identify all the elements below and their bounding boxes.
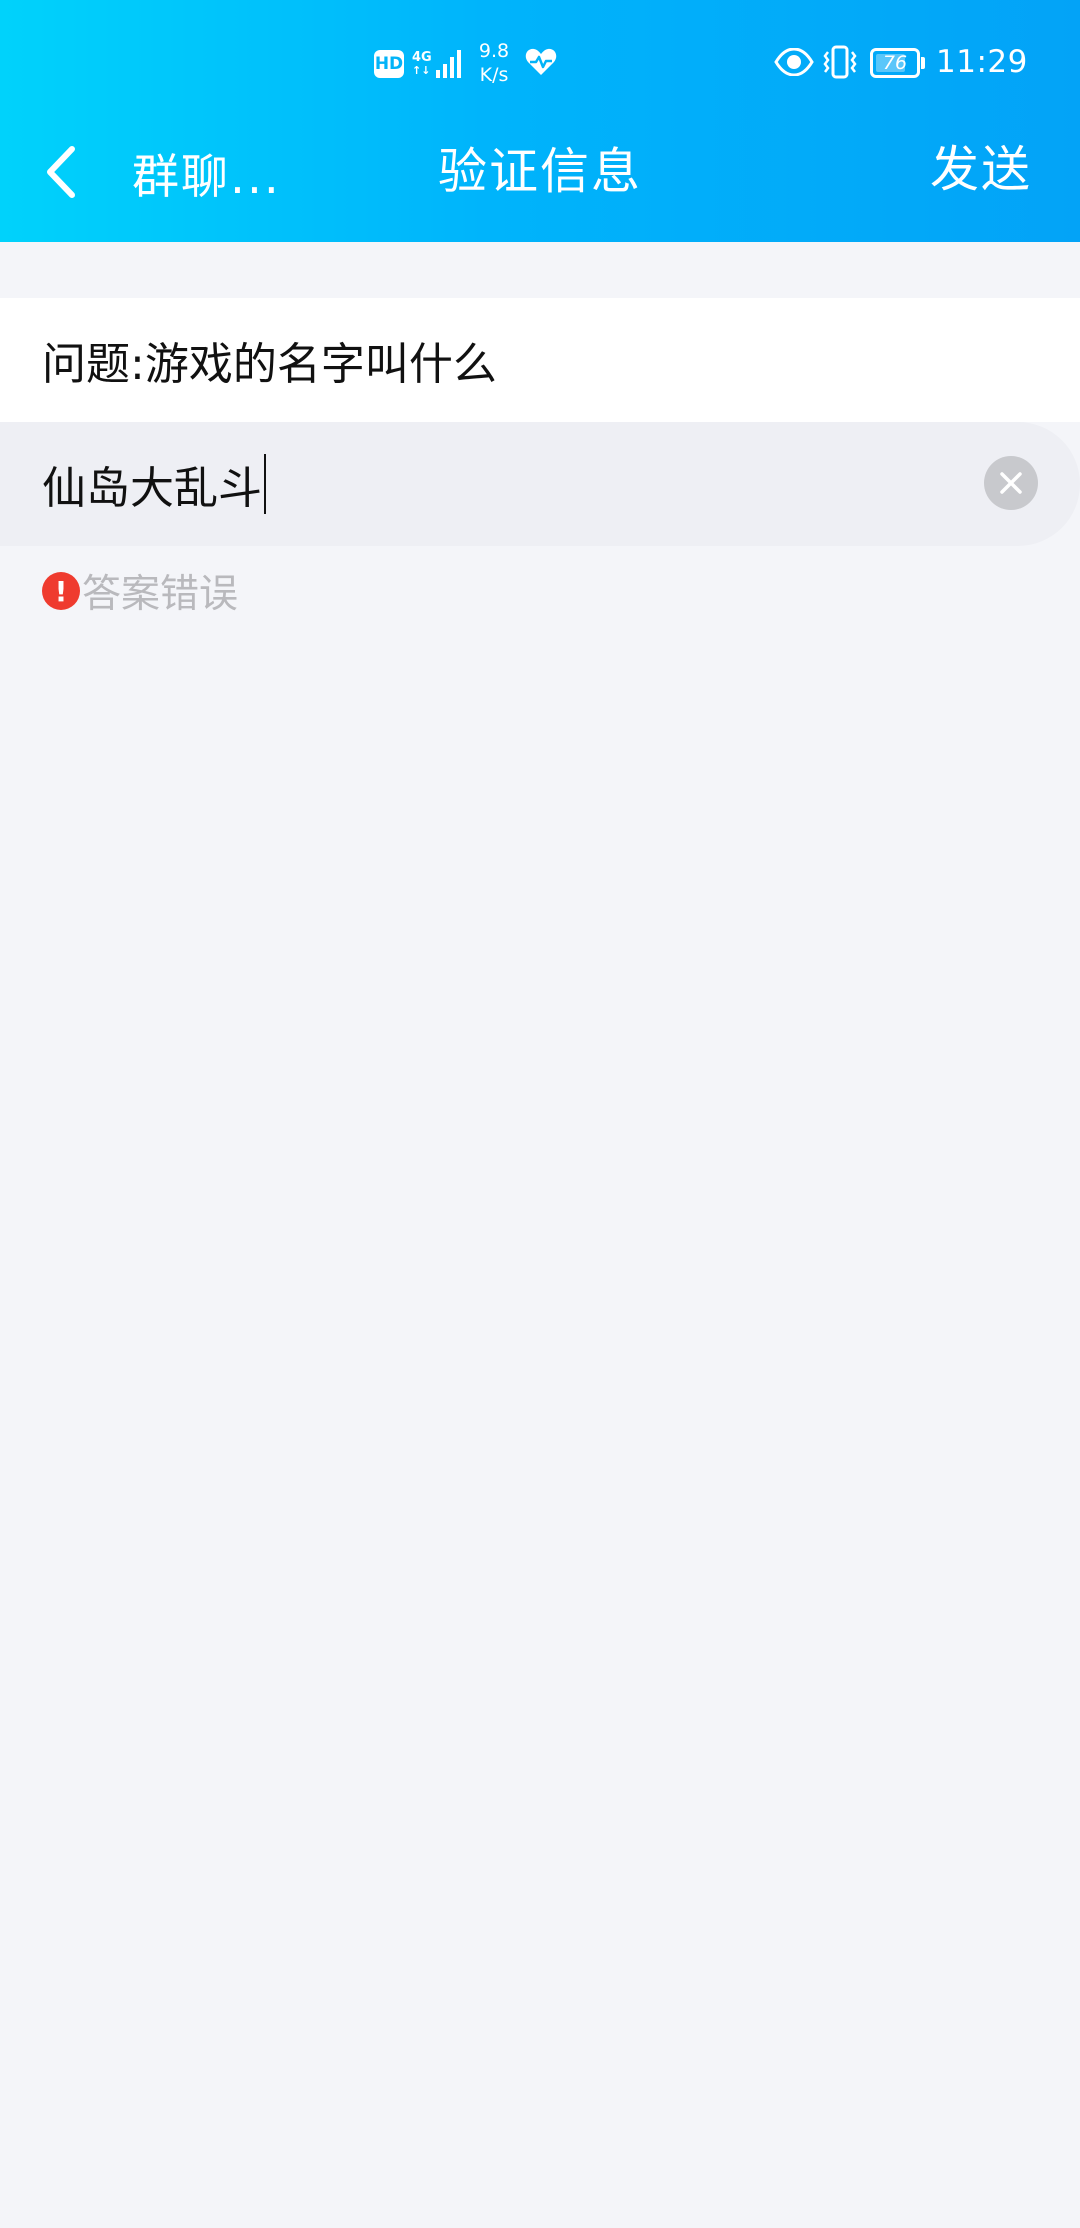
network-speed: 9.8 K/s [470, 38, 518, 88]
battery-level: 76 [882, 52, 908, 74]
status-bar: HD 4G ↑↓ 9.8 K/s 76 11:29 [0, 0, 1080, 126]
error-text: 答案错误 [82, 572, 239, 617]
battery-body: 76 [870, 48, 920, 78]
status-time: 11:29 [936, 44, 1028, 80]
network-speed-value: 9.8 [478, 40, 510, 62]
answer-input[interactable]: 仙岛大乱斗 [42, 452, 266, 516]
battery-icon: 76 [870, 48, 926, 78]
network-speed-unit: K/s [479, 64, 509, 86]
heart-pulse-icon [524, 46, 558, 78]
answer-value: 仙岛大乱斗 [42, 463, 262, 514]
network-type-label: 4G [412, 50, 432, 65]
exclamation-circle-icon: ! [42, 572, 80, 610]
back-button[interactable]: 群聊... [40, 132, 281, 212]
back-label: 群聊... [132, 149, 281, 205]
eye-icon [774, 46, 814, 78]
close-icon [997, 469, 1025, 497]
data-arrows-icon: ↑↓ [412, 64, 431, 77]
network-type: 4G ↑↓ [412, 46, 436, 82]
chevron-left-icon [40, 142, 90, 202]
text-caret [264, 454, 266, 514]
vibrate-icon [822, 44, 858, 80]
send-button[interactable]: 发送 [930, 130, 1032, 210]
answer-field[interactable]: 仙岛大乱斗 [0, 422, 1080, 546]
question-label: 问题:游戏的名字叫什么 [0, 298, 1080, 422]
battery-tip [921, 57, 925, 69]
clear-input-button[interactable] [984, 456, 1038, 510]
signal-bars-icon [436, 48, 462, 78]
question-text: 问题:游戏的名字叫什么 [42, 339, 497, 390]
hd-badge: HD [374, 50, 404, 78]
error-message: ! 答案错误 [42, 566, 239, 617]
app-header: HD 4G ↑↓ 9.8 K/s 76 11:29 群聊... 验证信息 发送 [0, 0, 1080, 242]
